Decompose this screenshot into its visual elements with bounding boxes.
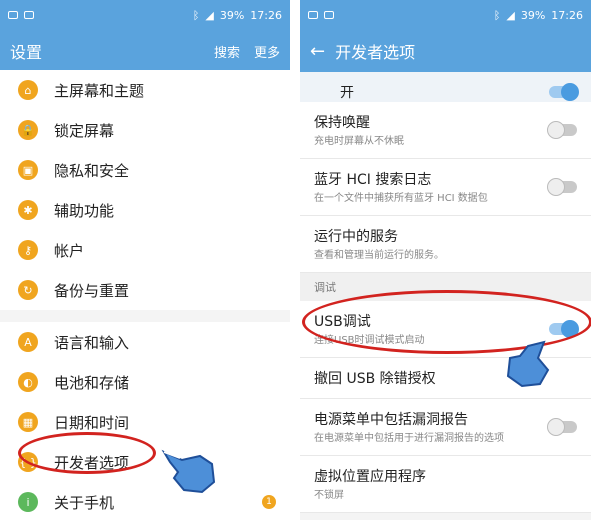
back-arrow-icon[interactable]: ←: [310, 41, 325, 62]
settings-item-label: 隐私和安全: [54, 161, 130, 180]
settings-list-bottom: A 语言和输入 ◐ 电池和存储 ▦ 日期和时间 { } 开发者选项 i 关于手机 1: [0, 322, 290, 520]
shield-icon: ▣: [18, 160, 38, 180]
option-subtitle: 不锁屏: [314, 490, 344, 501]
clock: 17:26: [551, 8, 583, 22]
developer-option-row[interactable]: USB调试连接USB时调试模式启动: [300, 301, 591, 358]
accessibility-icon: ✱: [18, 200, 38, 220]
settings-item[interactable]: ▦ 日期和时间: [0, 402, 290, 442]
option-subtitle: 连接USB时调试模式启动: [314, 335, 425, 346]
battery-text: 39%: [520, 8, 546, 22]
settings-item[interactable]: ⌂ 主屏幕和主题: [0, 70, 290, 110]
master-toggle-label: 开: [340, 84, 354, 101]
key-icon: ⚷: [18, 240, 38, 260]
settings-item-label: 备份与重置: [54, 281, 130, 300]
settings-item-label: 关于手机: [54, 493, 115, 512]
update-badge: 1: [262, 495, 276, 509]
backup-icon: ↻: [18, 280, 38, 300]
developer-option-row[interactable]: 虚拟位置应用程序不锁屏: [300, 456, 591, 513]
notification-icon: [24, 11, 34, 19]
settings-item[interactable]: { } 开发者选项: [0, 442, 290, 482]
page-title: 开发者选项: [335, 43, 416, 62]
app-bar: ← 开发者选项: [300, 30, 591, 72]
section-header: 调试: [300, 273, 591, 301]
notification-icon: [308, 11, 318, 19]
notification-icon: [8, 11, 18, 19]
settings-item[interactable]: ↻ 备份与重置: [0, 270, 290, 310]
more-button[interactable]: 更多: [254, 42, 280, 61]
home-icon: ⌂: [18, 80, 38, 100]
clock: 17:26: [250, 8, 282, 22]
settings-item[interactable]: i 关于手机 1: [0, 482, 290, 520]
settings-item-label: 主屏幕和主题: [54, 81, 145, 100]
settings-item[interactable]: 🔒 锁定屏幕: [0, 110, 290, 150]
settings-item-label: 电池和存储: [54, 373, 130, 392]
option-title: USB调试: [314, 314, 371, 330]
info-icon: i: [18, 492, 38, 512]
settings-list-top: ⌂ 主屏幕和主题 🔒 锁定屏幕 ▣ 隐私和安全 ✱ 辅助功能 ⚷ 帐户 ↻ 备份与重置: [0, 70, 290, 310]
settings-item[interactable]: ▣ 隐私和安全: [0, 150, 290, 190]
option-subtitle: 在一个文件中捕获所有蓝牙 HCI 数据包: [314, 193, 488, 204]
option-subtitle: 充电时屏幕从不休眠: [314, 136, 404, 147]
settings-item-label: 辅助功能: [54, 201, 115, 220]
toggle-switch[interactable]: [547, 121, 577, 139]
lock-icon: 🔒: [18, 120, 38, 140]
battery-text: 39%: [219, 8, 245, 22]
status-bar: ᛒ ◢ 39% 17:26: [0, 0, 290, 30]
settings-item-label: 语言和输入: [54, 333, 130, 352]
status-bar: ᛒ ◢ 39% 17:26: [300, 0, 591, 30]
settings-item-label: 锁定屏幕: [54, 121, 115, 140]
developer-icon: { }: [18, 452, 38, 472]
option-title: 电源菜单中包括漏洞报告: [314, 412, 468, 428]
divider: [0, 310, 290, 322]
settings-item[interactable]: A 语言和输入: [0, 322, 290, 362]
settings-screen: ᛒ ◢ 39% 17:26 设置 搜索 更多 ⌂ 主屏幕和主题 🔒 锁定屏幕 ▣ 隐私和安…: [0, 0, 290, 520]
developer-option-row[interactable]: 运行中的服务查看和管理当前运行的服务。: [300, 216, 591, 273]
developer-list-a: 保持唤醒充电时屏幕从不休眠蓝牙 HCI 搜索日志在一个文件中捕获所有蓝牙 HCI…: [300, 102, 591, 273]
developer-list-b: USB调试连接USB时调试模式启动撤回 USB 除错授权电源菜单中包括漏洞报告在…: [300, 301, 591, 513]
settings-item[interactable]: ◐ 电池和存储: [0, 362, 290, 402]
settings-item[interactable]: ✱ 辅助功能: [0, 190, 290, 230]
option-title: 运行中的服务: [314, 229, 398, 245]
battery-icon: ◐: [18, 372, 38, 392]
settings-item-label: 日期和时间: [54, 413, 130, 432]
calendar-icon: ▦: [18, 412, 38, 432]
master-toggle-switch[interactable]: [549, 82, 579, 101]
option-subtitle: 在电源菜单中包括用于进行漏洞报告的选项: [314, 433, 504, 444]
developer-option-row[interactable]: 撤回 USB 除错授权: [300, 358, 591, 399]
search-button[interactable]: 搜索: [214, 42, 240, 61]
bluetooth-icon: ᛒ: [493, 8, 501, 22]
toggle-switch[interactable]: [549, 320, 579, 338]
page-title: 设置: [10, 43, 43, 62]
app-bar: 设置 搜索 更多: [0, 30, 290, 72]
developer-options-screen: ᛒ ◢ 39% 17:26 ← 开发者选项 开 保持唤醒充电时屏幕从不休眠蓝牙 …: [300, 0, 591, 520]
signal-icon: ◢: [205, 8, 214, 22]
language-icon: A: [18, 332, 38, 352]
toggle-switch[interactable]: [547, 178, 577, 196]
option-title: 撤回 USB 除错授权: [314, 371, 436, 387]
toggle-switch[interactable]: [547, 418, 577, 436]
developer-option-row[interactable]: 蓝牙 HCI 搜索日志在一个文件中捕获所有蓝牙 HCI 数据包: [300, 159, 591, 216]
developer-option-row[interactable]: 电源菜单中包括漏洞报告在电源菜单中包括用于进行漏洞报告的选项: [300, 399, 591, 456]
settings-item[interactable]: ⚷ 帐户: [0, 230, 290, 270]
notification-icon: [324, 11, 334, 19]
settings-item-label: 帐户: [54, 241, 85, 260]
option-title: 保持唤醒: [314, 115, 370, 131]
option-title: 虚拟位置应用程序: [314, 469, 426, 485]
option-subtitle: 查看和管理当前运行的服务。: [314, 250, 444, 261]
option-title: 蓝牙 HCI 搜索日志: [314, 172, 432, 188]
settings-item-label: 开发者选项: [54, 453, 130, 472]
signal-icon: ◢: [506, 8, 515, 22]
bluetooth-icon: ᛒ: [192, 8, 200, 22]
developer-option-row[interactable]: 保持唤醒充电时屏幕从不休眠: [300, 102, 591, 159]
